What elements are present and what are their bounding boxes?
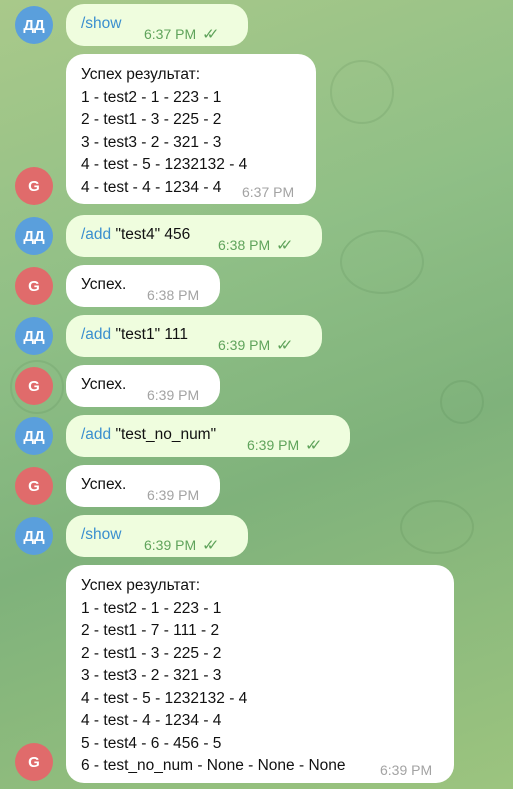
message-line: Успех результат: [81,66,201,83]
double-check-icon: ✓✓ [202,537,219,554]
message-line: Успех. [81,376,127,393]
message-line: 3 - test3 - 2 - 321 - 3 [81,133,222,151]
message-line: 2 - test1 - 3 - 225 - 2 [81,644,222,662]
message-bubble[interactable]: Успех. 6:38 PM [66,265,220,307]
message-line: 4 - test - 4 - 1234 - 4 [81,712,222,729]
message-line: 1 - test2 - 1 - 223 - 1 [81,88,222,106]
double-check-icon: ✓✓ [202,26,219,43]
message-line: 5 - test4 - 6 - 456 - 5 [81,734,222,752]
message-bubble[interactable]: /show 6:39 PM ✓✓ [66,515,248,557]
message-line: 4 - test - 5 - 1232132 - 4 [81,689,248,707]
message-meta: 6:38 PM ✓✓ [218,234,293,258]
message-bubble[interactable]: Успех. 6:39 PM [66,465,220,507]
background-doodle [400,500,474,554]
avatar[interactable]: ДД [15,6,53,44]
message-args: "test1" 111 [111,326,188,343]
message-bubble[interactable]: /add "test4" 456 6:38 PM ✓✓ [66,215,322,257]
command-link[interactable]: /add [81,226,111,243]
avatar[interactable]: G [15,367,53,405]
double-check-icon: ✓✓ [276,237,293,254]
message-bubble[interactable]: /add "test_no_num" 6:39 PM ✓✓ [66,415,350,457]
background-doodle [340,230,424,294]
message-time: 6:37 PM [242,184,295,200]
avatar[interactable]: G [15,267,53,305]
message-args: "test4" 456 [111,226,191,243]
message-line: 3 - test3 - 2 - 321 - 3 [81,667,222,684]
avatar[interactable]: ДД [15,217,53,255]
message-line: Успех. [81,476,127,493]
message-line: 2 - test1 - 7 - 111 - 2 [81,622,220,639]
message-bubble[interactable]: /show 6:37 PM ✓✓ [66,4,248,46]
avatar[interactable]: G [15,167,53,205]
message-args: "test_no_num" [111,426,217,443]
message-time: 6:38 PM [218,237,271,253]
avatar[interactable]: ДД [15,517,53,555]
double-check-icon: ✓✓ [276,337,293,354]
command-link[interactable]: /add [81,326,111,343]
message-bubble[interactable]: /add "test1" 111 6:39 PM ✓✓ [66,315,322,357]
message-time: 6:37 PM [144,26,197,42]
message-line: Успех. [81,276,127,293]
message-time: 6:39 PM [380,762,433,778]
message-line: 4 - test - 5 - 1232132 - 4 [81,156,248,173]
message-time: 6:39 PM [147,387,200,403]
double-check-icon: ✓✓ [305,437,322,454]
message-time: 6:39 PM [144,537,197,553]
message-line: 2 - test1 - 3 - 225 - 2 [81,111,222,128]
message-bubble[interactable]: Успех результат: 1 - test2 - 1 - 223 - 1… [66,54,316,204]
message-meta: 6:37 PM ✓✓ [144,23,219,47]
message-bubble[interactable]: Успех результат: 1 - test2 - 1 - 223 - 1… [66,565,454,783]
message-line: Успех результат: [81,577,201,594]
message-bubble[interactable]: Успех. 6:39 PM [66,365,220,407]
avatar[interactable]: ДД [15,417,53,455]
command-link[interactable]: /show [81,15,122,32]
message-time: 6:39 PM [218,337,271,353]
message-meta: 6:39 PM ✓✓ [247,434,322,458]
background-doodle [330,60,394,124]
message-time: 6:38 PM [147,287,200,303]
avatar[interactable]: ДД [15,317,53,355]
message-line: 1 - test2 - 1 - 223 - 1 [81,599,222,617]
avatar[interactable]: G [15,743,53,781]
message-meta: 6:39 PM ✓✓ [218,334,293,358]
message-meta: 6:39 PM ✓✓ [144,534,219,558]
message-time: 6:39 PM [247,437,300,453]
command-link[interactable]: /add [81,426,111,443]
background-doodle [440,380,484,424]
avatar[interactable]: G [15,467,53,505]
message-time: 6:39 PM [147,487,200,503]
command-link[interactable]: /show [81,526,122,543]
